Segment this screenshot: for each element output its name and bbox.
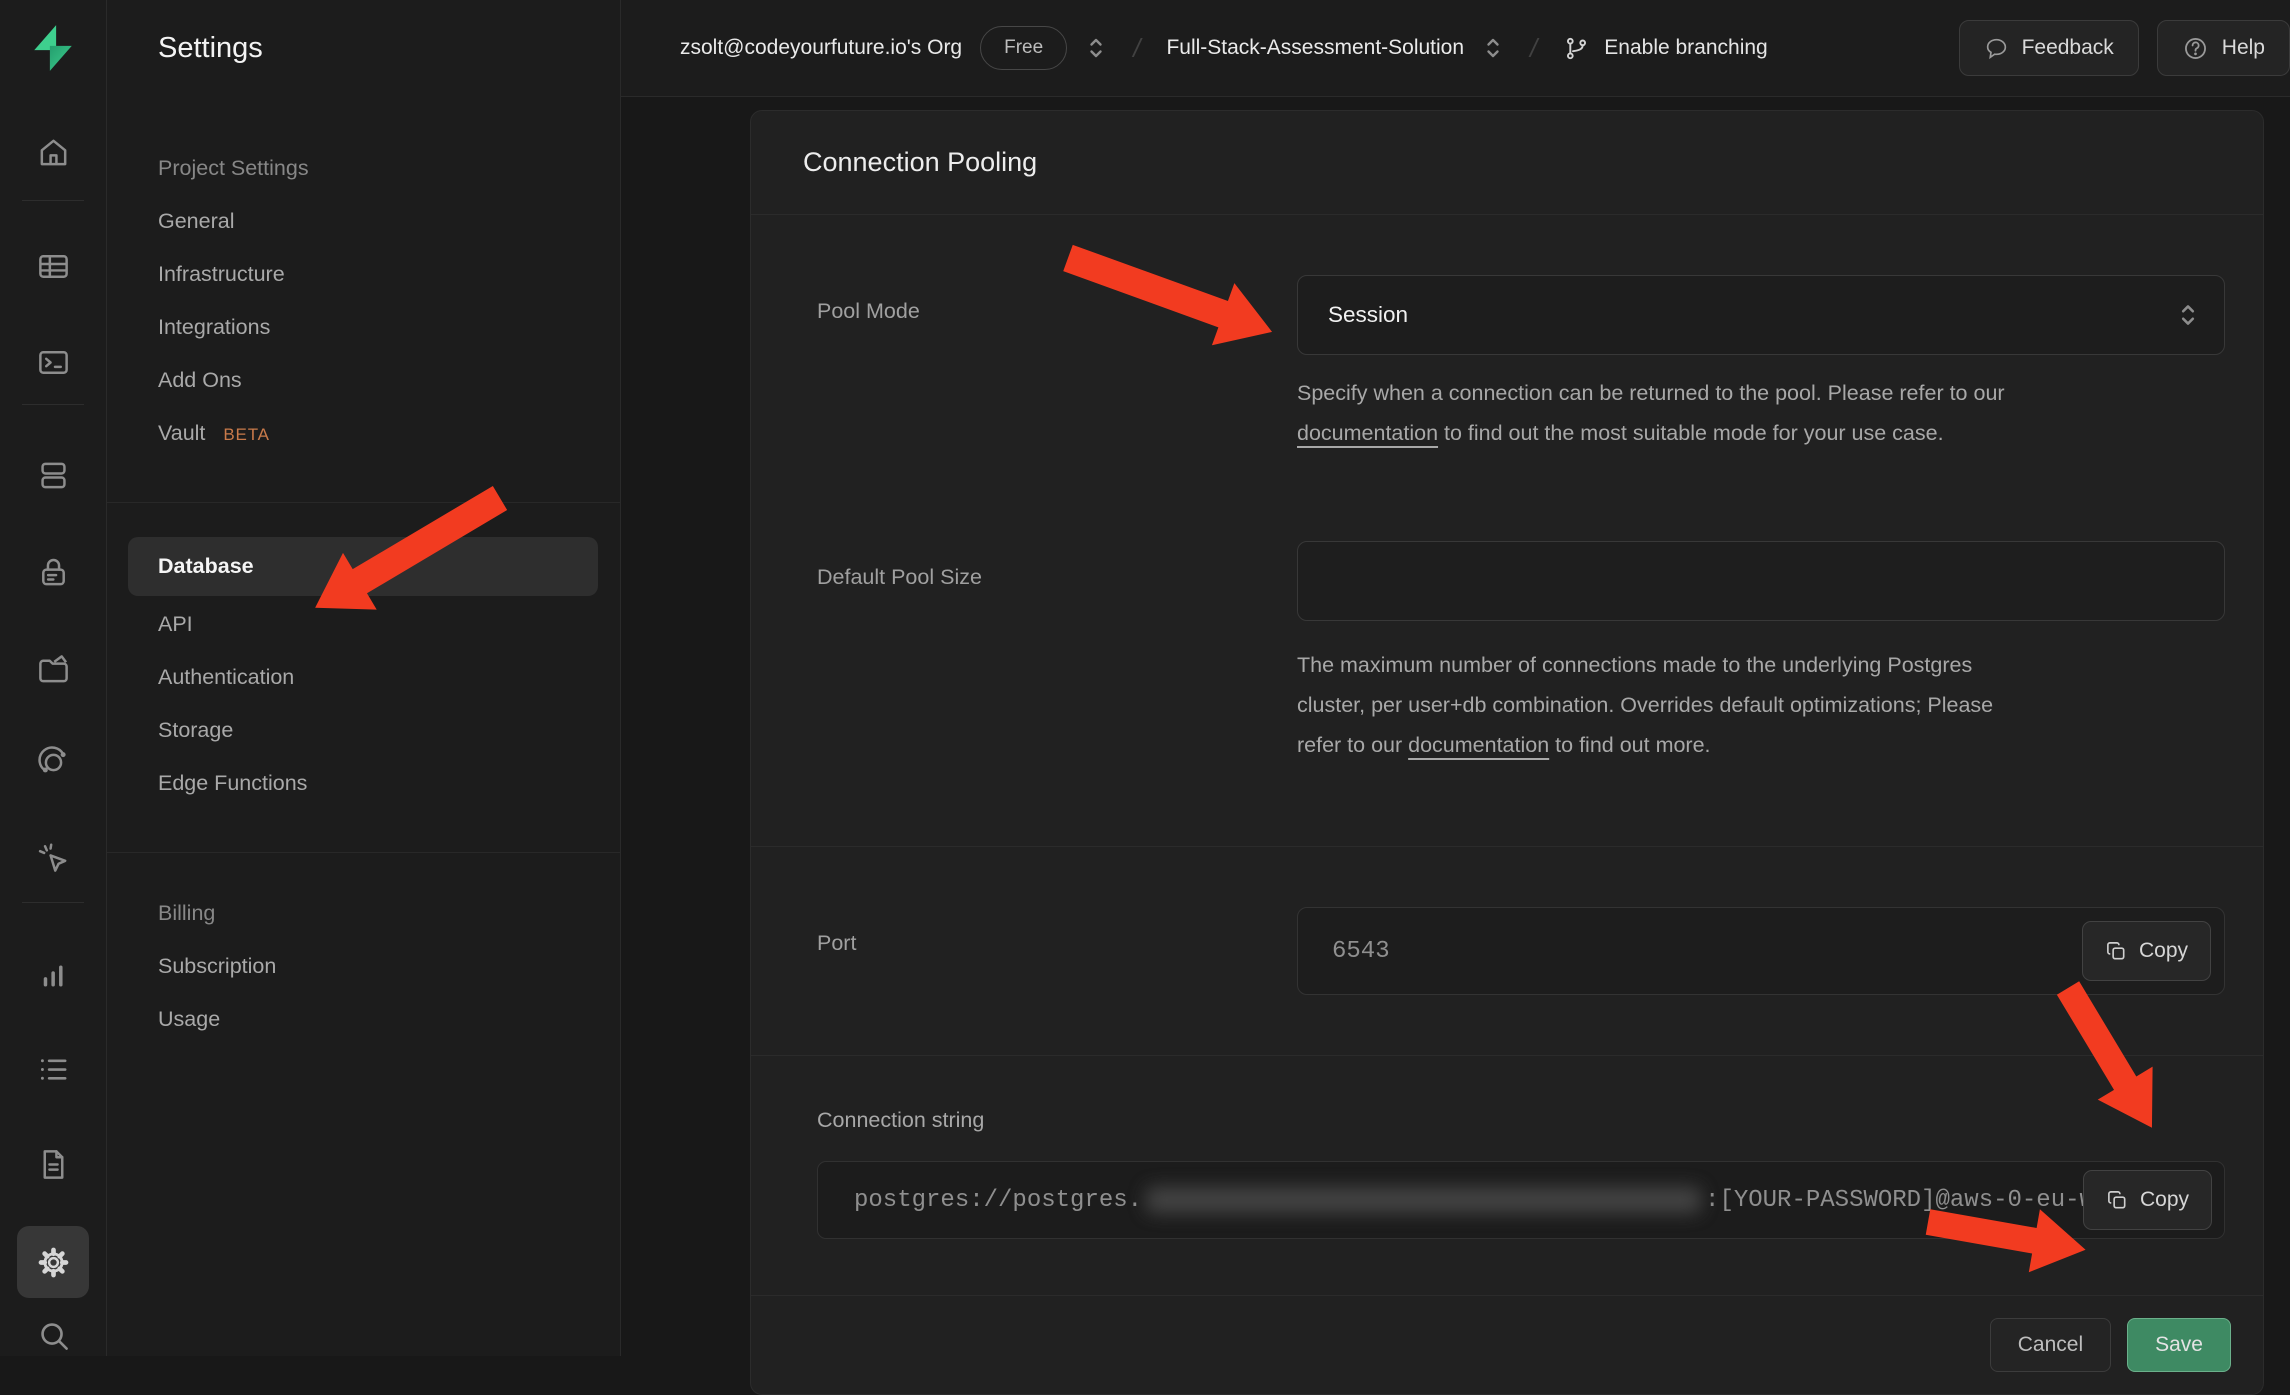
rail-divider xyxy=(22,902,84,903)
port-copy-button[interactable]: Copy xyxy=(2082,921,2211,981)
pool-size-description: The maximum number of connections made t… xyxy=(1297,645,2225,765)
documentation-link[interactable]: documentation xyxy=(1297,421,1438,445)
pool-mode-label: Pool Mode xyxy=(751,275,1297,324)
sidebar-item-integrations[interactable]: Integrations xyxy=(106,301,620,354)
pool-mode-description: Specify when a connection can be returne… xyxy=(1297,373,2225,453)
project-breadcrumb[interactable]: Full-Stack-Assessment-Solution xyxy=(1166,36,1464,60)
copy-label: Copy xyxy=(2140,1188,2189,1212)
menu-header-billing: Billing xyxy=(106,887,620,940)
beta-badge: BETA xyxy=(223,425,269,444)
default-pool-size-label: Default Pool Size xyxy=(751,541,1297,590)
logs-icon[interactable] xyxy=(17,1033,89,1105)
connection-string-label: Connection string xyxy=(817,1108,2225,1133)
enable-branching-label: Enable branching xyxy=(1604,36,1767,60)
search-icon[interactable] xyxy=(17,1299,89,1371)
sidebar-item-database[interactable]: Database xyxy=(128,537,598,596)
icon-rail xyxy=(0,0,107,1356)
cancel-button[interactable]: Cancel xyxy=(1990,1318,2111,1372)
settings-icon[interactable] xyxy=(17,1226,89,1298)
sidebar-item-general[interactable]: General xyxy=(106,195,620,248)
port-value: 6543 xyxy=(1332,938,1390,965)
realtime-icon[interactable] xyxy=(17,823,89,895)
settings-sidebar: Settings Project Settings General Infras… xyxy=(106,0,621,1356)
card-header: Connection Pooling xyxy=(751,111,2263,215)
feedback-label: Feedback xyxy=(2022,36,2114,60)
enable-branching-button[interactable]: Enable branching xyxy=(1563,35,1767,62)
card-footer: Cancel Save xyxy=(751,1295,2263,1394)
plan-badge: Free xyxy=(980,26,1067,70)
reports-icon[interactable] xyxy=(17,938,89,1010)
connection-pooling-card: Connection Pooling Pool Mode Session Spe… xyxy=(750,110,2264,1395)
org-breadcrumb[interactable]: zsolt@codeyourfuture.io's Org xyxy=(680,36,962,60)
connection-string-copy-button[interactable]: Copy xyxy=(2083,1170,2212,1230)
feedback-button[interactable]: Feedback xyxy=(1959,20,2139,76)
sidebar-item-usage[interactable]: Usage xyxy=(106,993,620,1046)
rail-divider xyxy=(22,200,84,201)
help-label: Help xyxy=(2222,36,2265,60)
help-button[interactable]: Help xyxy=(2157,20,2290,76)
sidebar-item-storage[interactable]: Storage xyxy=(106,704,620,757)
authentication-icon[interactable] xyxy=(17,536,89,608)
redacted-credentials-blur xyxy=(1146,1187,1701,1213)
sidebar-item-edge-functions[interactable]: Edge Functions xyxy=(106,757,620,810)
sidebar-item-vault[interactable]: Vault BETA xyxy=(106,407,620,460)
page-title: Settings xyxy=(106,0,620,96)
sidebar-item-authentication[interactable]: Authentication xyxy=(106,651,620,704)
project-select-chevrons-icon[interactable] xyxy=(1482,34,1504,62)
home-icon[interactable] xyxy=(17,116,89,188)
port-section: Port 6543 Copy xyxy=(751,846,2263,1055)
select-chevrons-icon xyxy=(2176,300,2200,330)
sidebar-item-infrastructure[interactable]: Infrastructure xyxy=(106,248,620,301)
pool-mode-value: Session xyxy=(1328,302,1408,328)
pool-settings-section: Pool Mode Session Specify when a connect… xyxy=(751,215,2263,846)
sidebar-item-label: Vault xyxy=(158,421,205,445)
sql-editor-icon[interactable] xyxy=(17,326,89,398)
supabase-logo-icon[interactable] xyxy=(28,22,78,74)
breadcrumb-separator: / xyxy=(1133,33,1140,64)
database-icon[interactable] xyxy=(17,439,89,511)
card-title: Connection Pooling xyxy=(803,147,2211,178)
edge-functions-icon[interactable] xyxy=(17,726,89,798)
sidebar-item-subscription[interactable]: Subscription xyxy=(106,940,620,993)
breadcrumb-separator: / xyxy=(1530,33,1537,64)
save-button[interactable]: Save xyxy=(2127,1318,2231,1372)
rail-divider xyxy=(22,404,84,405)
sidebar-item-api[interactable]: API xyxy=(106,598,620,651)
supabase-settings-page: { "topbar": { "org_name": "zsolt@codeyou… xyxy=(0,0,2290,1356)
settings-menu: Project Settings General Infrastructure … xyxy=(106,96,620,1046)
menu-header-project-settings: Project Settings xyxy=(106,142,620,195)
top-bar: zsolt@codeyourfuture.io's Org Free / Ful… xyxy=(620,0,2290,97)
sidebar-item-add-ons[interactable]: Add Ons xyxy=(106,354,620,407)
default-pool-size-input[interactable] xyxy=(1297,541,2225,621)
documentation-link[interactable]: documentation xyxy=(1408,733,1549,757)
menu-divider xyxy=(106,502,620,503)
connection-string-field: postgres://postgres. :[YOUR-PASSWORD]@aw… xyxy=(817,1161,2225,1239)
git-branch-icon xyxy=(1563,35,1590,62)
menu-divider xyxy=(106,852,620,853)
connection-string-prefix: postgres://postgres. xyxy=(854,1187,1142,1214)
api-docs-icon[interactable] xyxy=(17,1128,89,1200)
copy-label: Copy xyxy=(2139,939,2188,963)
connection-string-section: Connection string postgres://postgres. :… xyxy=(751,1055,2263,1295)
org-select-chevrons-icon[interactable] xyxy=(1085,34,1107,62)
pool-mode-select[interactable]: Session xyxy=(1297,275,2225,355)
table-editor-icon[interactable] xyxy=(17,230,89,302)
storage-icon[interactable] xyxy=(17,633,89,705)
port-label: Port xyxy=(751,907,1297,956)
